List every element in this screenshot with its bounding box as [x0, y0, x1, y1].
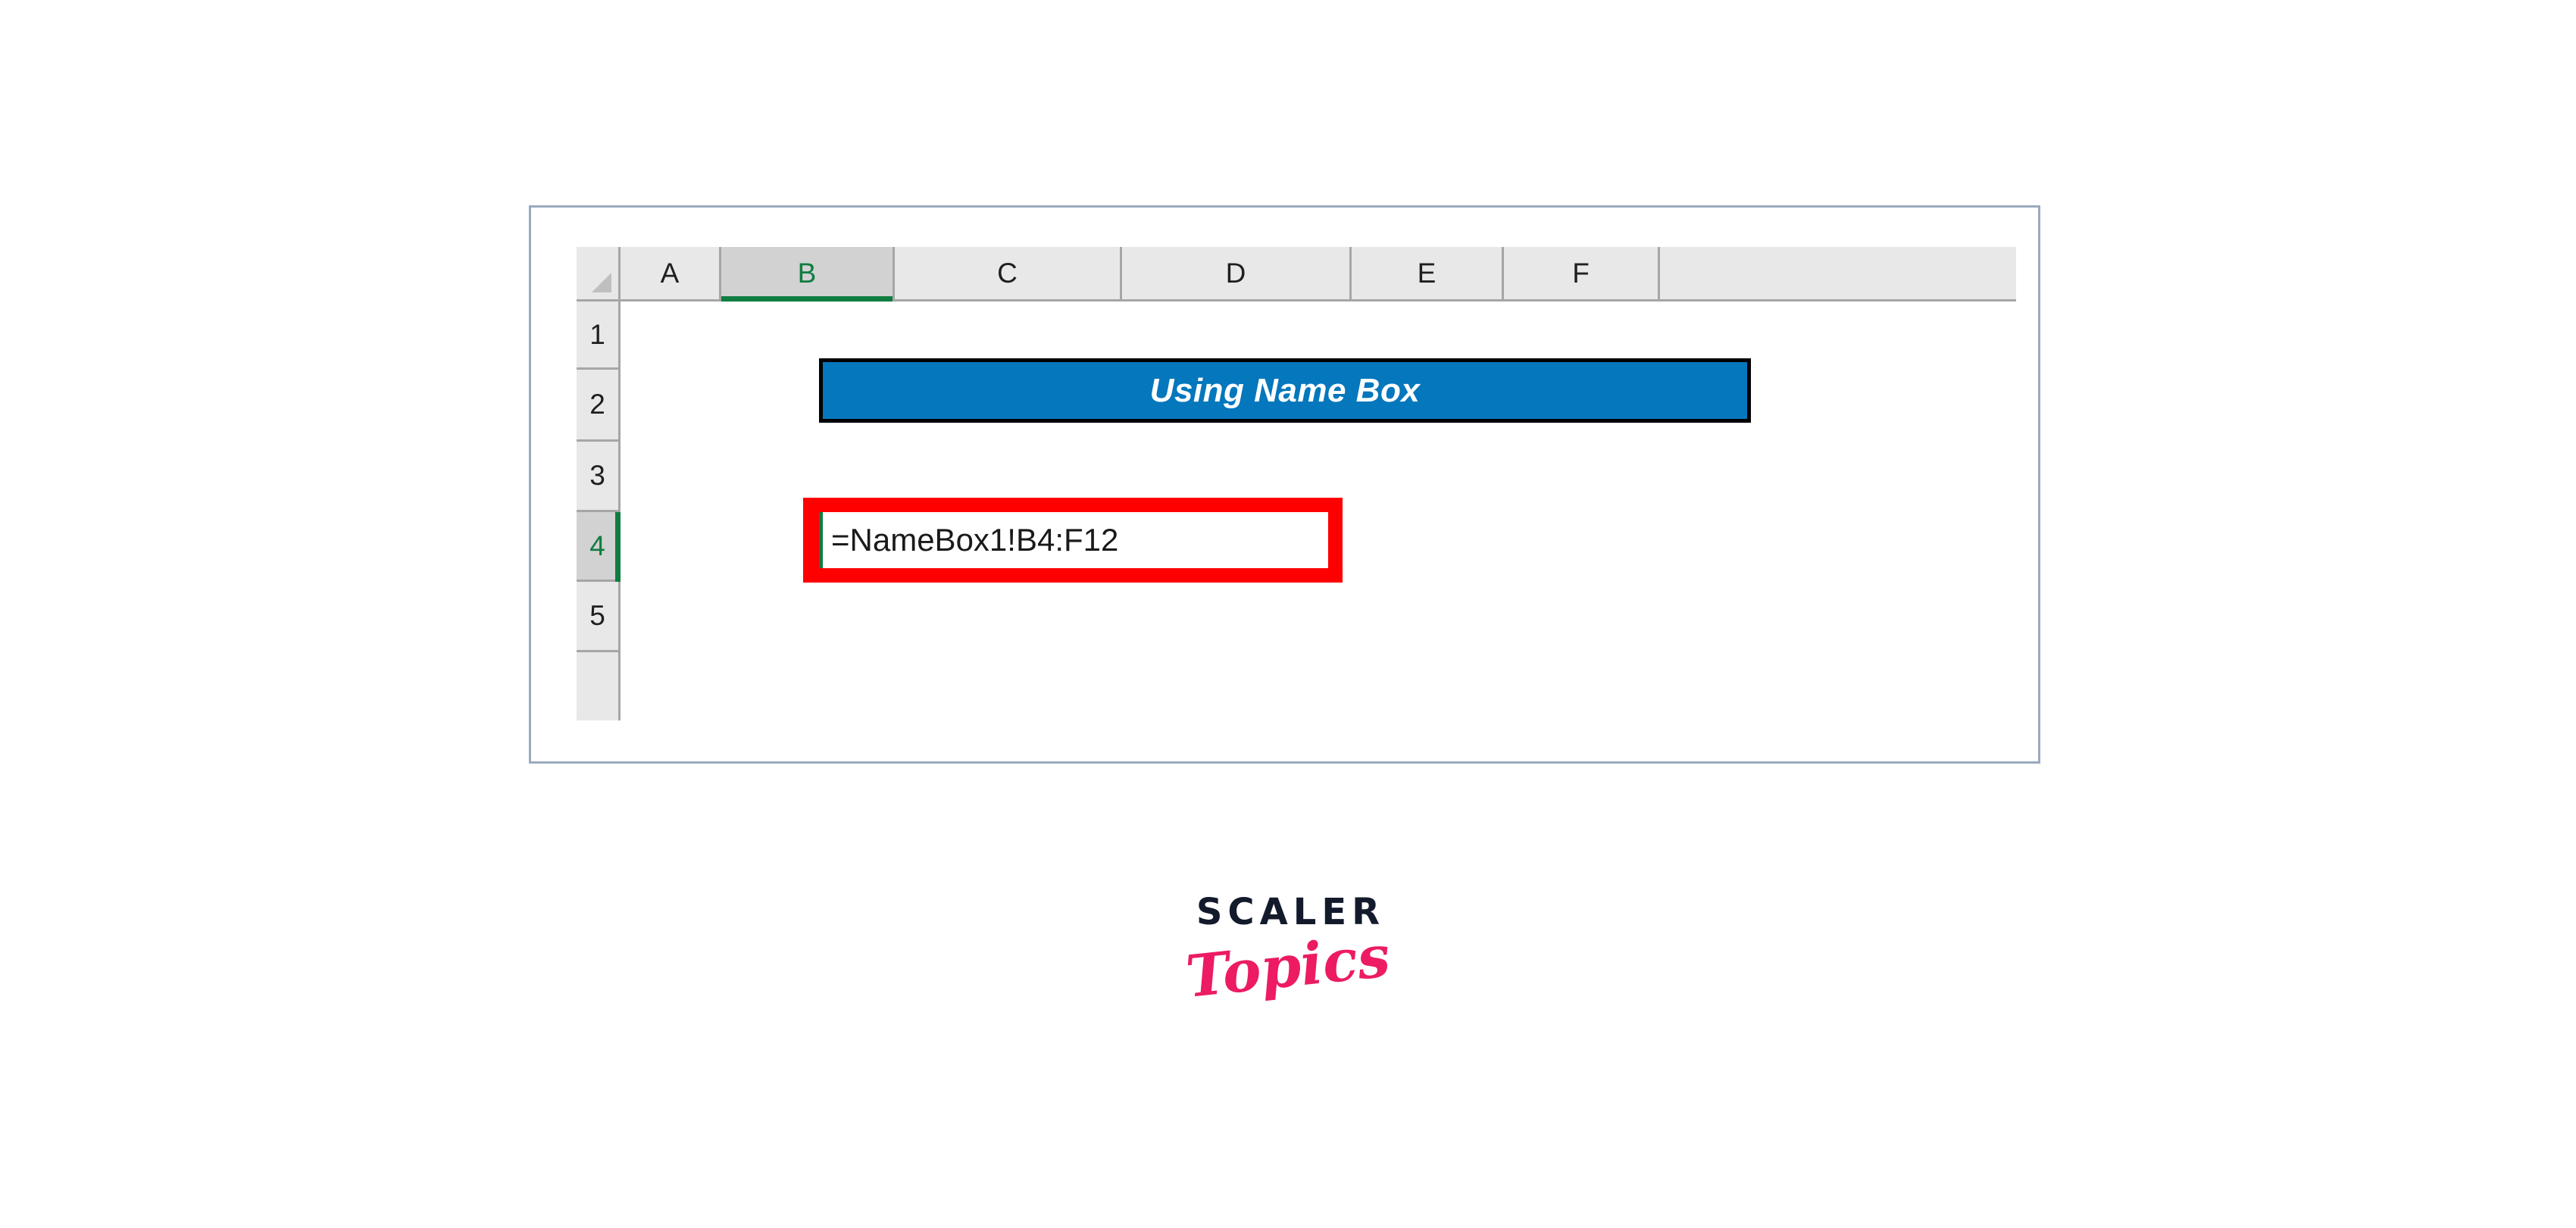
cell-cursor-edge-icon	[819, 512, 823, 568]
column-header-e[interactable]: E	[1352, 247, 1504, 299]
column-header-d-label: D	[1225, 257, 1246, 289]
column-header-a[interactable]: A	[621, 247, 721, 299]
column-header-a-label: A	[660, 257, 680, 289]
column-header-c[interactable]: C	[895, 247, 1122, 299]
column-header-b-label: B	[797, 257, 817, 289]
column-header-g-partial[interactable]	[1660, 247, 1781, 299]
column-header-c-label: C	[997, 257, 1018, 289]
title-banner-cell[interactable]: Using Name Box	[819, 358, 1751, 423]
select-all-triangle-icon	[592, 273, 611, 292]
row-header-1[interactable]: 1	[577, 302, 618, 370]
column-header-f[interactable]: F	[1504, 247, 1660, 299]
row-header-4[interactable]: 4	[577, 512, 621, 582]
excel-screenshot-frame: A B C D E F 1 2 3 4 5 Using Name Box =Na…	[529, 205, 2040, 764]
formula-cell-highlight: =NameBox1!B4:F12	[803, 498, 1343, 583]
row-header-strip: 1 2 3 4 5	[577, 302, 621, 720]
row-header-5-label: 5	[589, 600, 605, 631]
column-header-strip: A B C D E F	[621, 247, 2016, 302]
spreadsheet: A B C D E F 1 2 3 4 5 Using Name Box =Na…	[577, 247, 2016, 720]
row-header-2[interactable]: 2	[577, 370, 618, 442]
column-header-d[interactable]: D	[1122, 247, 1352, 299]
row-header-4-label: 4	[589, 530, 605, 561]
row-header-1-label: 1	[589, 318, 605, 350]
row-header-5[interactable]: 5	[577, 582, 618, 652]
logo-topics-wordmark: Topics	[1183, 922, 1393, 1011]
row-header-3[interactable]: 3	[577, 442, 618, 512]
cell-b4-value: =NameBox1!B4:F12	[831, 522, 1119, 558]
grid-cells: Using Name Box =NameBox1!B4:F12	[621, 302, 1971, 720]
row-header-2-label: 2	[589, 389, 605, 420]
select-all-corner[interactable]	[577, 247, 621, 302]
title-banner-label: Using Name Box	[1149, 371, 1421, 409]
row-header-6-partial[interactable]	[577, 652, 618, 683]
cell-b4[interactable]: =NameBox1!B4:F12	[819, 512, 1328, 568]
column-header-f-label: F	[1572, 257, 1590, 289]
row-header-3-label: 3	[589, 460, 605, 491]
column-header-e-label: E	[1417, 257, 1436, 289]
column-header-b[interactable]: B	[721, 247, 895, 302]
scaler-topics-logo: SCALER Topics	[1159, 894, 1417, 1011]
